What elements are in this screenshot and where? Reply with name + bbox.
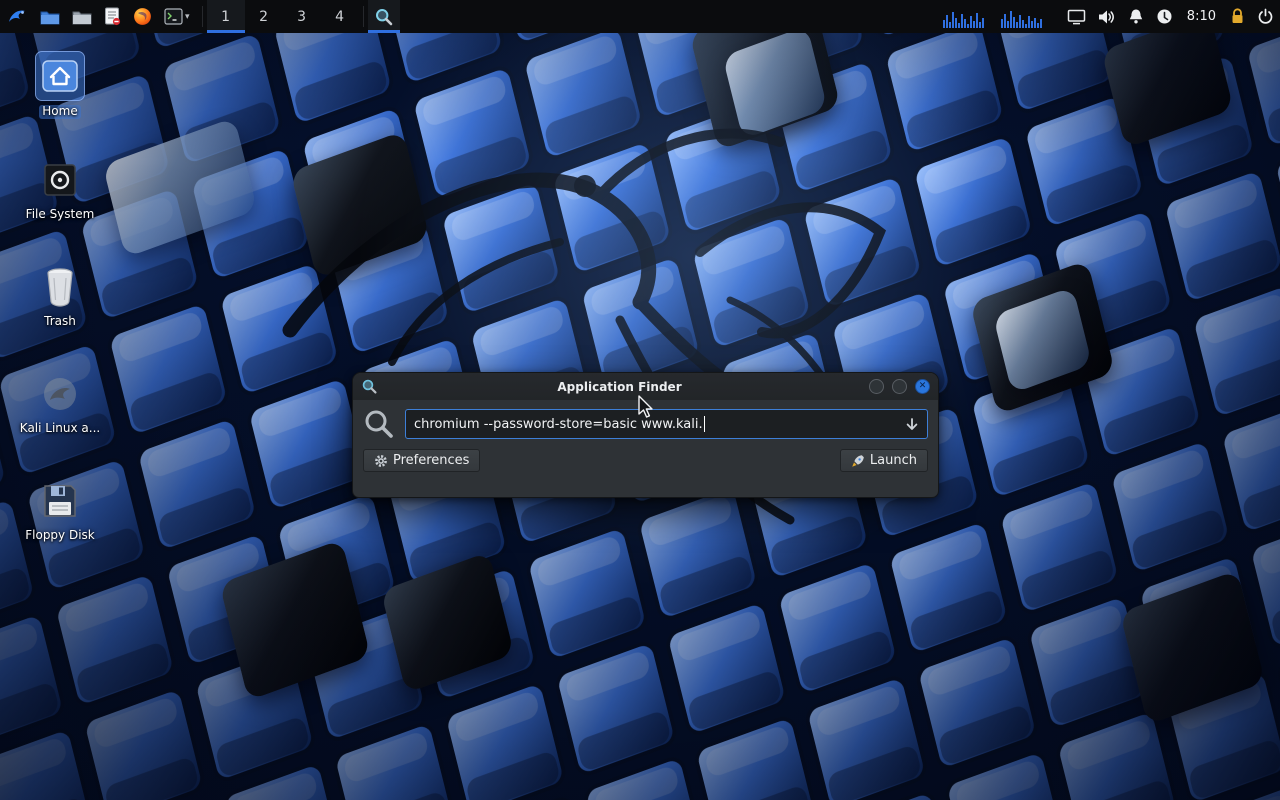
workspace-3-label: 3 (289, 9, 315, 25)
notifications-tray-button[interactable] (1122, 0, 1150, 33)
trash-icon (42, 266, 78, 308)
screen-lock-icon (1230, 8, 1245, 25)
workspace-2-button[interactable]: 2 (245, 0, 283, 33)
panel-spacer (400, 0, 937, 33)
kali-docs-icon (40, 374, 80, 414)
desktop-icon-label: Floppy Disk (12, 529, 108, 543)
power-icon (1257, 8, 1274, 25)
maximize-button[interactable] (892, 379, 907, 394)
screenshot-monitor-icon (1067, 9, 1086, 25)
launch-rocket-icon (851, 454, 865, 468)
panel-separator (202, 6, 203, 27)
window-title: Application Finder (378, 380, 861, 394)
text-caret (704, 416, 705, 432)
desktop-icon-kali-docs[interactable]: Kali Linux a... (12, 370, 108, 436)
search-icon (363, 408, 395, 440)
workspace-2-label: 2 (251, 9, 277, 25)
dropdown-arrow-icon[interactable] (897, 417, 919, 432)
titlebar[interactable]: Application Finder ✕ (353, 373, 938, 400)
desktop-icon-label: Home (39, 105, 80, 119)
workspace-3-button[interactable]: 3 (283, 0, 321, 33)
minimize-button[interactable] (869, 379, 884, 394)
application-finder-icon (361, 378, 378, 395)
firefox-icon (133, 7, 152, 26)
terminal-dropdown-icon (164, 8, 183, 25)
screenshot-tray-button[interactable] (1061, 0, 1092, 33)
launch-button[interactable]: Launch (840, 449, 928, 472)
floppy-disk-icon (40, 481, 80, 521)
desktop-icon-home[interactable]: Home (12, 52, 108, 119)
desktop-icon-label: File System (12, 208, 108, 222)
file-manager-launcher[interactable] (34, 0, 66, 33)
workspace-4-button[interactable]: 4 (321, 0, 359, 33)
desktop-icon-file-system[interactable]: File System (12, 156, 108, 222)
launch-label: Launch (870, 453, 917, 468)
clock[interactable]: 8:10 (1179, 0, 1224, 33)
update-status-tray-button[interactable] (1150, 0, 1179, 33)
kali-menu-icon (6, 6, 28, 28)
workspace-4-label: 4 (327, 9, 353, 25)
taskbar-application-finder-button[interactable] (368, 0, 400, 33)
application-finder-window: Application Finder ✕ chromium --password… (352, 372, 939, 498)
applications-menu-button[interactable] (0, 0, 34, 33)
file-manager-folder-icon (40, 9, 60, 25)
file-system-icon (40, 160, 80, 200)
update-status-icon (1156, 8, 1173, 25)
firefox-launcher[interactable] (127, 0, 158, 33)
preferences-button[interactable]: Preferences (363, 449, 480, 472)
command-input[interactable]: chromium --password-store=basic www.kali… (405, 409, 928, 439)
desktop-icon-label: Kali Linux a... (12, 422, 108, 436)
power-tray-button[interactable] (1251, 0, 1280, 33)
application-finder-icon (374, 7, 394, 27)
panel-separator (363, 6, 364, 27)
text-editor-launcher[interactable] (98, 0, 127, 33)
preferences-label: Preferences (393, 453, 469, 468)
close-button[interactable]: ✕ (915, 379, 930, 394)
volume-icon (1098, 9, 1116, 25)
desktop-icon-floppy-disk[interactable]: Floppy Disk (12, 477, 108, 543)
terminal-dropdown-launcher[interactable]: ▾ (158, 0, 198, 33)
command-input-value: chromium --password-store=basic www.kali… (414, 417, 703, 432)
volume-tray-button[interactable] (1092, 0, 1122, 33)
audio-visualizer[interactable] (937, 0, 1061, 33)
gear-icon (374, 454, 388, 468)
notifications-bell-icon (1128, 8, 1144, 25)
home-folder-icon (41, 59, 79, 93)
audio-visualizer-icon (943, 6, 1055, 28)
desktop-icon-trash[interactable]: Trash (12, 263, 108, 329)
workspace-1-label: 1 (213, 9, 239, 25)
desktop-icon-label: Trash (12, 315, 108, 329)
screen-lock-tray-button[interactable] (1224, 0, 1251, 33)
top-panel: ▾ 1 2 3 4 (0, 0, 1280, 33)
close-icon: ✕ (919, 382, 927, 391)
text-editor-icon (104, 7, 121, 26)
places-folder-icon (72, 9, 92, 25)
workspace-1-button[interactable]: 1 (207, 0, 245, 33)
dialog-body: chromium --password-store=basic www.kali… (353, 400, 938, 482)
places-launcher[interactable] (66, 0, 98, 33)
chevron-down-icon: ▾ (183, 12, 192, 22)
